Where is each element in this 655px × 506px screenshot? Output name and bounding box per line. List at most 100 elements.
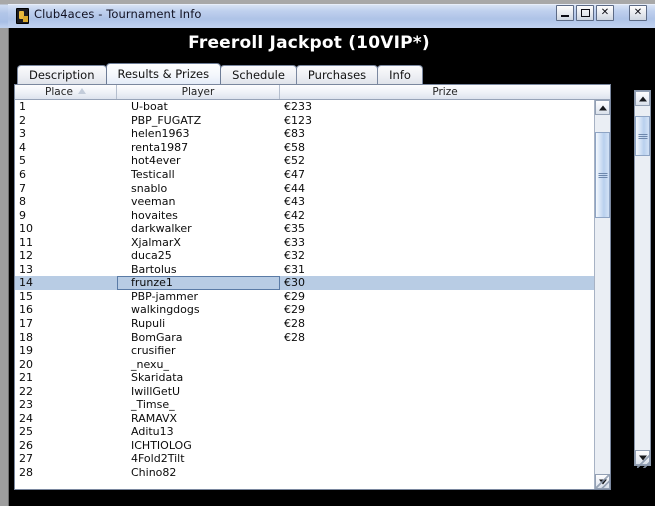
table-row[interactable]: 12 duca25 €32 xyxy=(15,249,596,263)
cell-player: PBP_FUGATZ xyxy=(131,113,202,127)
table-row[interactable]: 10 darkwalker €35 xyxy=(15,222,596,236)
table-vertical-scrollbar[interactable] xyxy=(594,100,610,489)
cell-place: 2 xyxy=(19,113,26,127)
table-row[interactable]: 22 IwillGetU xyxy=(15,384,596,398)
table-row[interactable]: 5 hot4ever €52 xyxy=(15,154,596,168)
table-resize-grip[interactable] xyxy=(596,475,609,488)
scroll-up-arrow-icon xyxy=(638,96,647,101)
cell-prize: €47 xyxy=(284,168,305,181)
cell-prize: €44 xyxy=(284,181,305,195)
column-header-prize[interactable]: Prize xyxy=(280,85,610,99)
sort-ascending-icon xyxy=(77,88,86,94)
column-header-place[interactable]: Place xyxy=(15,85,117,99)
table-row[interactable]: 17 Rupuli €28 xyxy=(15,317,596,331)
cell-place: 19 xyxy=(19,344,33,358)
table-row[interactable]: 25 Aditu13 xyxy=(15,425,596,439)
cell-place: 16 xyxy=(19,303,33,317)
cell-prize: €83 xyxy=(284,127,305,141)
cell-player: Chino82 xyxy=(131,466,177,480)
cell-place: 6 xyxy=(19,168,26,181)
cell-prize: €123 xyxy=(284,113,312,127)
scroll-thumb-grip-icon xyxy=(638,133,647,139)
table-row[interactable]: 16 walkingdogs €29 xyxy=(15,303,596,317)
cell-player: Aditu13 xyxy=(131,425,174,439)
table-row[interactable]: 21 Skaridata xyxy=(15,371,596,385)
cell-player: Rupuli xyxy=(131,317,166,331)
cell-prize: €32 xyxy=(284,249,305,263)
table-row[interactable]: 9 hovaites €42 xyxy=(15,208,596,222)
cell-place: 9 xyxy=(19,208,26,222)
window-titlebar[interactable]: Club4aces - Tournament Info ✕ ✕ xyxy=(0,0,655,28)
cell-player: Testicall xyxy=(131,168,175,181)
cell-place: 4 xyxy=(19,140,26,154)
cell-place: 22 xyxy=(19,384,33,398)
maximize-button[interactable] xyxy=(576,5,594,21)
table-row[interactable]: 7 snablo €44 xyxy=(15,181,596,195)
table-row[interactable]: 19 crusifier xyxy=(15,344,596,358)
secondary-close-button[interactable]: ✕ xyxy=(629,5,647,21)
tab-purchases[interactable]: Purchases xyxy=(295,65,379,84)
tab-label: Purchases xyxy=(307,68,367,82)
cell-place: 15 xyxy=(19,289,33,303)
table-row[interactable]: 13 Bartolus €31 xyxy=(15,263,596,277)
cell-player: RAMAVX xyxy=(131,411,178,425)
window-scroll-thumb[interactable] xyxy=(635,116,650,156)
cell-place: 23 xyxy=(19,398,33,412)
tab-info[interactable]: Info xyxy=(377,65,423,84)
close-icon-secondary: ✕ xyxy=(633,7,643,18)
cell-place: 21 xyxy=(19,371,33,385)
cell-prize: €58 xyxy=(284,140,305,154)
cell-player: XjalmarX xyxy=(131,235,181,249)
window-scroll-track[interactable] xyxy=(635,106,650,450)
cell-player: crusifier xyxy=(131,344,176,358)
table-scroll-thumb[interactable] xyxy=(595,132,610,218)
tab-label: Description xyxy=(29,68,95,82)
close-button[interactable]: ✕ xyxy=(596,5,614,21)
tab-description[interactable]: Description xyxy=(17,65,107,84)
minimize-button[interactable] xyxy=(556,5,574,21)
table-row[interactable]: 2 PBP_FUGATZ €123 xyxy=(15,114,596,128)
table-row[interactable]: 4 renta1987 €58 xyxy=(15,141,596,155)
table-row[interactable]: 20 _nexu_ xyxy=(15,357,596,371)
table-row[interactable]: 18 BomGara €28 xyxy=(15,330,596,344)
cell-prize: €29 xyxy=(284,289,305,303)
tab-bar: Description Results & Prizes Schedule Purch… xyxy=(17,63,423,84)
cell-player: _Timse_ xyxy=(131,398,175,412)
cell-place: 5 xyxy=(19,154,26,168)
window-title: Club4aces - Tournament Info xyxy=(34,7,202,21)
cell-prize: €52 xyxy=(284,154,305,168)
scroll-thumb-grip-icon xyxy=(598,172,607,178)
cell-place: 3 xyxy=(19,127,26,141)
tab-label: Schedule xyxy=(232,68,285,82)
window-resize-grip[interactable] xyxy=(637,454,651,468)
table-row[interactable]: 11 XjalmarX €33 xyxy=(15,235,596,249)
table-row[interactable]: 24 RAMAVX xyxy=(15,412,596,426)
window-vertical-scrollbar[interactable] xyxy=(634,90,651,466)
table-scroll-up-button[interactable] xyxy=(595,100,610,115)
tab-label: Info xyxy=(389,68,411,82)
table-row[interactable]: 6 Testicall €47 xyxy=(15,168,596,182)
table-row[interactable]: 15 PBP-jammer €29 xyxy=(15,290,596,304)
cell-player: renta1987 xyxy=(131,140,189,154)
table-row[interactable]: 14 frunze1 €30 xyxy=(15,276,596,290)
cell-place: 11 xyxy=(19,235,33,249)
tab-schedule[interactable]: Schedule xyxy=(220,65,297,84)
tab-results-prizes[interactable]: Results & Prizes xyxy=(105,63,222,84)
table-row[interactable]: 28 Chino82 xyxy=(15,466,596,480)
table-row[interactable]: 23 _Timse_ xyxy=(15,398,596,412)
table-row[interactable]: 27 4Fold2Tilt xyxy=(15,452,596,466)
cell-player: PBP-jammer xyxy=(131,289,199,303)
table-row[interactable]: 8 veeman €43 xyxy=(15,195,596,209)
cell-prize: €28 xyxy=(284,330,305,344)
cell-prize: €29 xyxy=(284,303,305,317)
column-header-player[interactable]: Player xyxy=(117,85,280,99)
column-header-place-label: Place xyxy=(45,86,73,98)
table-row[interactable]: 1 U-boat €233 xyxy=(15,100,596,114)
cell-prize: €42 xyxy=(284,208,305,222)
table-row[interactable]: 26 ICHTIOLOG xyxy=(15,439,596,453)
cell-prize: €31 xyxy=(284,262,305,276)
table-row[interactable]: 3 helen1963 €83 xyxy=(15,127,596,141)
cell-player: duca25 xyxy=(131,249,172,263)
cell-player: Skaridata xyxy=(131,371,184,385)
window-scroll-up-button[interactable] xyxy=(635,91,650,106)
